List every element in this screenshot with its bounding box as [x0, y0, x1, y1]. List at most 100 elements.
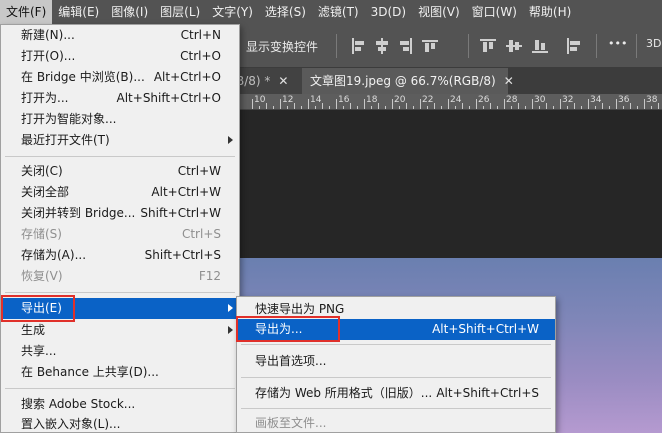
shortcut-label: Alt+Shift+Ctrl+W [432, 322, 539, 336]
ruler-major-tick [252, 99, 253, 109]
align-left-edges-icon[interactable] [350, 38, 366, 54]
tab-label: B/8) * [236, 74, 271, 88]
menu-type[interactable]: 文字(Y) [206, 0, 259, 24]
ruler-minor-tick [490, 103, 491, 109]
ruler-label: 12 [282, 95, 294, 105]
ruler-major-tick [308, 99, 309, 109]
menu-item-open-as-smart-object[interactable]: 打开为智能对象... [1, 109, 239, 130]
ruler-label: 32 [562, 95, 574, 105]
menu-item-open[interactable]: 打开(O)... Ctrl+O [1, 46, 239, 67]
menu-window[interactable]: 窗口(W) [466, 0, 523, 24]
menu-file[interactable]: 文件(F) [0, 0, 53, 24]
distribute-top-icon[interactable] [480, 38, 496, 54]
ruler-minor-tick [511, 106, 512, 109]
ruler-minor-tick [469, 106, 470, 109]
ruler-minor-tick [329, 106, 330, 109]
ruler-label: 18 [366, 95, 378, 105]
menu-item-share-on-behance[interactable]: 在 Behance 上共享(D)... [1, 362, 239, 383]
distribute-left-icon[interactable] [566, 38, 582, 54]
ruler-minor-tick [350, 103, 351, 109]
export-as-highlight-box [236, 316, 340, 342]
shortcut-label: Alt+Ctrl+W [151, 185, 221, 199]
ruler-minor-tick [399, 106, 400, 109]
shortcut-label: Ctrl+W [177, 164, 221, 178]
align-horizontal-centers-icon[interactable] [374, 38, 390, 54]
ruler-minor-tick [630, 103, 631, 109]
tab-document-2[interactable]: 文章图19.jpeg @ 66.7%(RGB/8) ✕ [302, 68, 514, 94]
menu-help[interactable]: 帮助(H) [523, 0, 577, 24]
ruler-minor-tick [518, 103, 519, 109]
ruler-minor-tick [637, 106, 638, 109]
menu-item-save: 存储(S) Ctrl+S [1, 224, 239, 245]
menu-layer[interactable]: 图层(L) [154, 0, 206, 24]
menu-edit[interactable]: 编辑(E) [52, 0, 105, 24]
3d-mode-label[interactable]: 3D [646, 37, 661, 50]
file-menu: 新建(N)... Ctrl+N 打开(O)... Ctrl+O 在 Bridge 中… [0, 24, 240, 433]
close-tab-icon[interactable]: ✕ [504, 74, 514, 88]
menu-item-save-as[interactable]: 存储为(A)... Shift+Ctrl+S [1, 245, 239, 266]
show-transform-controls-label[interactable]: 显示变换控件 [246, 38, 318, 55]
ruler-minor-tick [574, 103, 575, 109]
menu-item-open-as[interactable]: 打开为... Alt+Shift+Ctrl+O [1, 88, 239, 109]
shortcut-label: Alt+Shift+Ctrl+S [436, 386, 539, 400]
distribute-bottom-icon[interactable] [532, 38, 548, 54]
menu-item-open-recent[interactable]: 最近打开文件(T) [1, 130, 239, 151]
ruler-label: 22 [422, 95, 434, 105]
menu-filter[interactable]: 滤镜(T) [312, 0, 365, 24]
ruler-label: 16 [338, 95, 350, 105]
shortcut-label: Ctrl+N [180, 28, 221, 42]
ruler-minor-tick [455, 106, 456, 109]
ruler-label: 24 [450, 95, 462, 105]
menu-item-revert: 恢复(V) F12 [1, 266, 239, 287]
ruler-minor-tick [406, 103, 407, 109]
align-top-edges-icon[interactable] [422, 38, 438, 54]
ruler-minor-tick [385, 106, 386, 109]
tab-label: 文章图19.jpeg @ 66.7%(RGB/8) [310, 74, 496, 88]
ruler-major-tick [364, 99, 365, 109]
menu-select[interactable]: 选择(S) [259, 0, 312, 24]
ruler-major-tick [588, 99, 589, 109]
ruler-major-tick [280, 99, 281, 109]
shortcut-label: Shift+Ctrl+S [144, 248, 221, 262]
ruler-label: 14 [310, 95, 322, 105]
menu-item-browse-in-bridge[interactable]: 在 Bridge 中浏览(B)... Alt+Ctrl+O [1, 67, 239, 88]
ruler-minor-tick [623, 106, 624, 109]
align-right-edges-icon[interactable] [398, 38, 414, 54]
shortcut-label: Ctrl+O [180, 49, 221, 63]
more-options-icon[interactable]: ••• [608, 37, 627, 50]
shortcut-label: Shift+Ctrl+W [140, 206, 221, 220]
menu-item-close-all[interactable]: 关闭全部 Alt+Ctrl+W [1, 182, 239, 203]
ruler-minor-tick [581, 106, 582, 109]
menu-item-close[interactable]: 关闭(C) Ctrl+W [1, 161, 239, 182]
menu-item-close-and-go-to-bridge[interactable]: 关闭并转到 Bridge... Shift+Ctrl+W [1, 203, 239, 224]
menu-item-generate[interactable]: 生成 [1, 320, 239, 341]
menu-item-place-embedded[interactable]: 置入嵌入对象(L)... [1, 414, 239, 433]
menu-item-share[interactable]: 共享... [1, 341, 239, 362]
ruler-minor-tick [357, 106, 358, 109]
menu-item-save-for-web-legacy[interactable]: 存储为 Web 所用格式（旧版）... Alt+Shift+Ctrl+S [237, 383, 555, 404]
ruler-minor-tick [567, 106, 568, 109]
menu-view[interactable]: 视图(V) [412, 0, 466, 24]
ruler-major-tick [504, 99, 505, 109]
ruler-major-tick [616, 99, 617, 109]
menu-3d[interactable]: 3D(D) [365, 0, 412, 24]
ruler-minor-tick [651, 106, 652, 109]
ruler-minor-tick [343, 106, 344, 109]
distribute-vertical-centers-icon[interactable] [506, 38, 522, 54]
menu-item-new[interactable]: 新建(N)... Ctrl+N [1, 25, 239, 46]
menu-item-artboards-to-files: 画板至文件... [255, 416, 327, 430]
ruler-label: 36 [618, 95, 630, 105]
ruler-minor-tick [322, 103, 323, 109]
menu-divider [5, 156, 235, 157]
shortcut-label: Alt+Shift+Ctrl+O [116, 91, 221, 105]
menu-divider [241, 408, 551, 409]
ruler-major-tick [420, 99, 421, 109]
ruler-label: 34 [590, 95, 602, 105]
shortcut-label: F12 [198, 269, 221, 283]
ruler-label: 28 [506, 95, 518, 105]
menu-item-search-adobe-stock[interactable]: 搜索 Adobe Stock... [1, 394, 239, 415]
menu-image[interactable]: 图像(I) [105, 0, 154, 24]
ruler-minor-tick [525, 106, 526, 109]
menu-item-export-preferences[interactable]: 导出首选项... [237, 351, 555, 372]
close-tab-icon[interactable]: ✕ [278, 74, 288, 88]
